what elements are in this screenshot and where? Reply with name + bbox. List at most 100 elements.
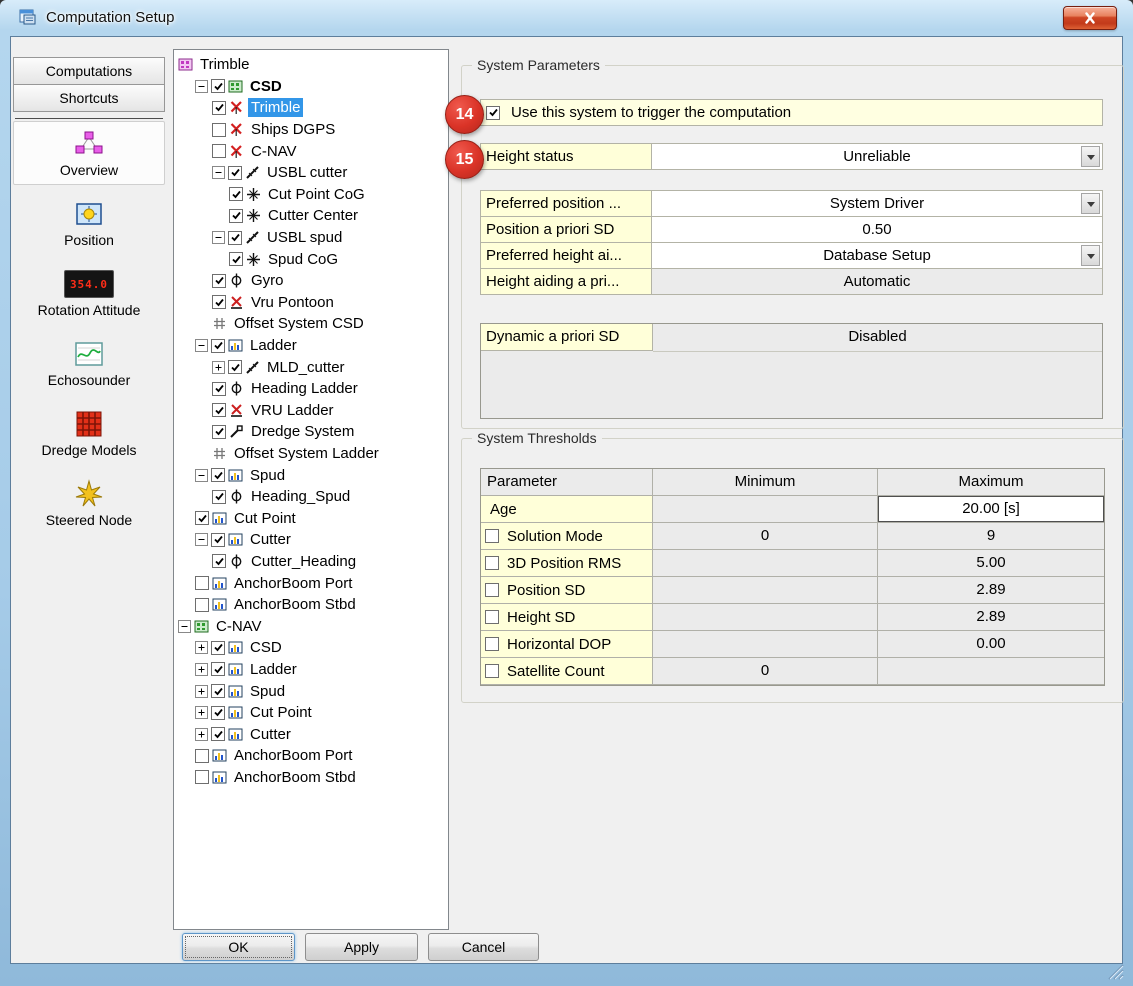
dropdown-button[interactable] <box>1081 193 1100 214</box>
dropdown-button[interactable] <box>1081 245 1100 266</box>
tree-item-anchorboom-port[interactable]: AnchorBoom Port <box>174 572 448 594</box>
tree-checkbox[interactable] <box>212 123 226 137</box>
tree-item-trimble[interactable]: Trimble <box>174 97 448 119</box>
tree-item-heading-spud[interactable]: Heading_Spud <box>174 486 448 508</box>
tree-item-spud[interactable]: Spud <box>174 464 448 486</box>
threshold-max-cell[interactable]: 2.89 <box>878 604 1104 631</box>
sidebar-item-dredge-models[interactable]: Dredge Models <box>13 401 165 465</box>
expander-plus-icon[interactable] <box>195 663 208 676</box>
tree-checkbox[interactable] <box>211 662 225 676</box>
expander-minus-icon[interactable] <box>195 80 208 93</box>
tree-item-usbl-spud[interactable]: USBL spud <box>174 227 448 249</box>
tab-shortcuts[interactable]: Shortcuts <box>13 84 165 112</box>
tree-item-cutter[interactable]: Cutter <box>174 529 448 551</box>
tree-checkbox[interactable] <box>211 79 225 93</box>
tree-item-vru-ladder[interactable]: VRU Ladder <box>174 400 448 422</box>
height-status-combobox[interactable]: Unreliable <box>652 143 1103 170</box>
tree-item-cutter-heading[interactable]: Cutter_Heading <box>174 551 448 573</box>
tree-item-vru-pontoon[interactable]: Vru Pontoon <box>174 292 448 314</box>
threshold-min-cell[interactable] <box>653 604 878 631</box>
threshold-checkbox[interactable] <box>485 529 499 543</box>
tree-item-cutter-center[interactable]: Cutter Center <box>174 205 448 227</box>
tree-item-gyro[interactable]: Gyro <box>174 270 448 292</box>
tree-checkbox[interactable] <box>212 274 226 288</box>
tree-checkbox[interactable] <box>212 382 226 396</box>
tree-checkbox[interactable] <box>195 576 209 590</box>
tree-checkbox[interactable] <box>229 209 243 223</box>
tree-item-anchorboom-stbd[interactable]: AnchorBoom Stbd <box>174 767 448 789</box>
threshold-max-cell[interactable]: 20.00 [s] <box>878 496 1104 523</box>
parameter-value-cell[interactable]: System Driver <box>652 190 1103 217</box>
expander-minus-icon[interactable] <box>195 339 208 352</box>
tree-checkbox[interactable] <box>212 101 226 115</box>
tree-item-ladder[interactable]: Ladder <box>174 659 448 681</box>
tree-item-csd[interactable]: CSD <box>174 76 448 98</box>
threshold-max-cell[interactable]: 2.89 <box>878 577 1104 604</box>
threshold-checkbox[interactable] <box>485 583 499 597</box>
expander-plus-icon[interactable] <box>195 685 208 698</box>
sidebar-item-position[interactable]: Position <box>13 191 165 255</box>
tree-item-trimble[interactable]: Trimble <box>174 54 448 76</box>
tree-checkbox[interactable] <box>229 252 243 266</box>
expander-plus-icon[interactable] <box>195 728 208 741</box>
tree-item-anchorboom-stbd[interactable]: AnchorBoom Stbd <box>174 594 448 616</box>
close-button[interactable] <box>1063 6 1117 30</box>
tree-panel[interactable]: TrimbleCSDTrimbleShips DGPSC-NAVUSBL cut… <box>173 49 449 930</box>
threshold-max-cell[interactable] <box>878 658 1104 685</box>
tree-checkbox[interactable] <box>212 403 226 417</box>
apply-button[interactable]: Apply <box>305 933 418 961</box>
tree-item-cutter[interactable]: Cutter <box>174 723 448 745</box>
tree-checkbox[interactable] <box>211 339 225 353</box>
tree-item-csd[interactable]: CSD <box>174 637 448 659</box>
threshold-checkbox[interactable] <box>485 556 499 570</box>
expander-minus-icon[interactable] <box>212 166 225 179</box>
threshold-min-cell[interactable] <box>653 577 878 604</box>
tree-checkbox[interactable] <box>229 187 243 201</box>
tree-checkbox[interactable] <box>228 360 242 374</box>
tree-checkbox[interactable] <box>228 166 242 180</box>
tree-checkbox[interactable] <box>211 706 225 720</box>
tree-item-offset-system-csd[interactable]: Offset System CSD <box>174 313 448 335</box>
tree-item-c-nav[interactable]: C-NAV <box>174 615 448 637</box>
threshold-checkbox[interactable] <box>485 610 499 624</box>
tree-item-ships-dgps[interactable]: Ships DGPS <box>174 119 448 141</box>
tree-checkbox[interactable] <box>195 598 209 612</box>
tree-item-spud-cog[interactable]: Spud CoG <box>174 248 448 270</box>
threshold-max-cell[interactable]: 9 <box>878 523 1104 550</box>
tree-checkbox[interactable] <box>212 144 226 158</box>
tree-checkbox[interactable] <box>212 425 226 439</box>
tree-checkbox[interactable] <box>211 533 225 547</box>
tree-item-offset-system-ladder[interactable]: Offset System Ladder <box>174 443 448 465</box>
tree-checkbox[interactable] <box>211 641 225 655</box>
tree-checkbox[interactable] <box>195 770 209 784</box>
threshold-min-cell[interactable] <box>653 631 878 658</box>
tab-computations[interactable]: Computations <box>13 57 165 85</box>
expander-minus-icon[interactable] <box>178 620 191 633</box>
tree-checkbox[interactable] <box>212 490 226 504</box>
threshold-checkbox[interactable] <box>485 664 499 678</box>
tree-item-dredge-system[interactable]: Dredge System <box>174 421 448 443</box>
tree-checkbox[interactable] <box>195 749 209 763</box>
threshold-max-cell[interactable]: 5.00 <box>878 550 1104 577</box>
threshold-checkbox[interactable] <box>485 637 499 651</box>
tree-checkbox[interactable] <box>211 468 225 482</box>
tree-item-ladder[interactable]: Ladder <box>174 335 448 357</box>
expander-minus-icon[interactable] <box>195 533 208 546</box>
expander-plus-icon[interactable] <box>195 641 208 654</box>
threshold-min-cell[interactable] <box>653 496 878 523</box>
tree-checkbox[interactable] <box>211 684 225 698</box>
parameter-value-cell[interactable]: Database Setup <box>652 242 1103 269</box>
tree-checkbox[interactable] <box>228 231 242 245</box>
expander-plus-icon[interactable] <box>212 361 225 374</box>
sidebar-item-echosounder[interactable]: Echosounder <box>13 331 165 395</box>
tree-item-cut-point-cog[interactable]: Cut Point CoG <box>174 184 448 206</box>
cancel-button[interactable]: Cancel <box>428 933 539 961</box>
sidebar-item-overview[interactable]: Overview <box>13 121 165 185</box>
threshold-min-cell[interactable]: 0 <box>653 658 878 685</box>
expander-plus-icon[interactable] <box>195 706 208 719</box>
trigger-computation-row[interactable]: Use this system to trigger the computati… <box>480 99 1103 126</box>
tree-item-c-nav[interactable]: C-NAV <box>174 140 448 162</box>
sidebar-item-rotation-attitude[interactable]: 354.0Rotation Attitude <box>13 261 165 325</box>
threshold-min-cell[interactable] <box>653 550 878 577</box>
sidebar-item-steered-node[interactable]: Steered Node <box>13 471 165 535</box>
